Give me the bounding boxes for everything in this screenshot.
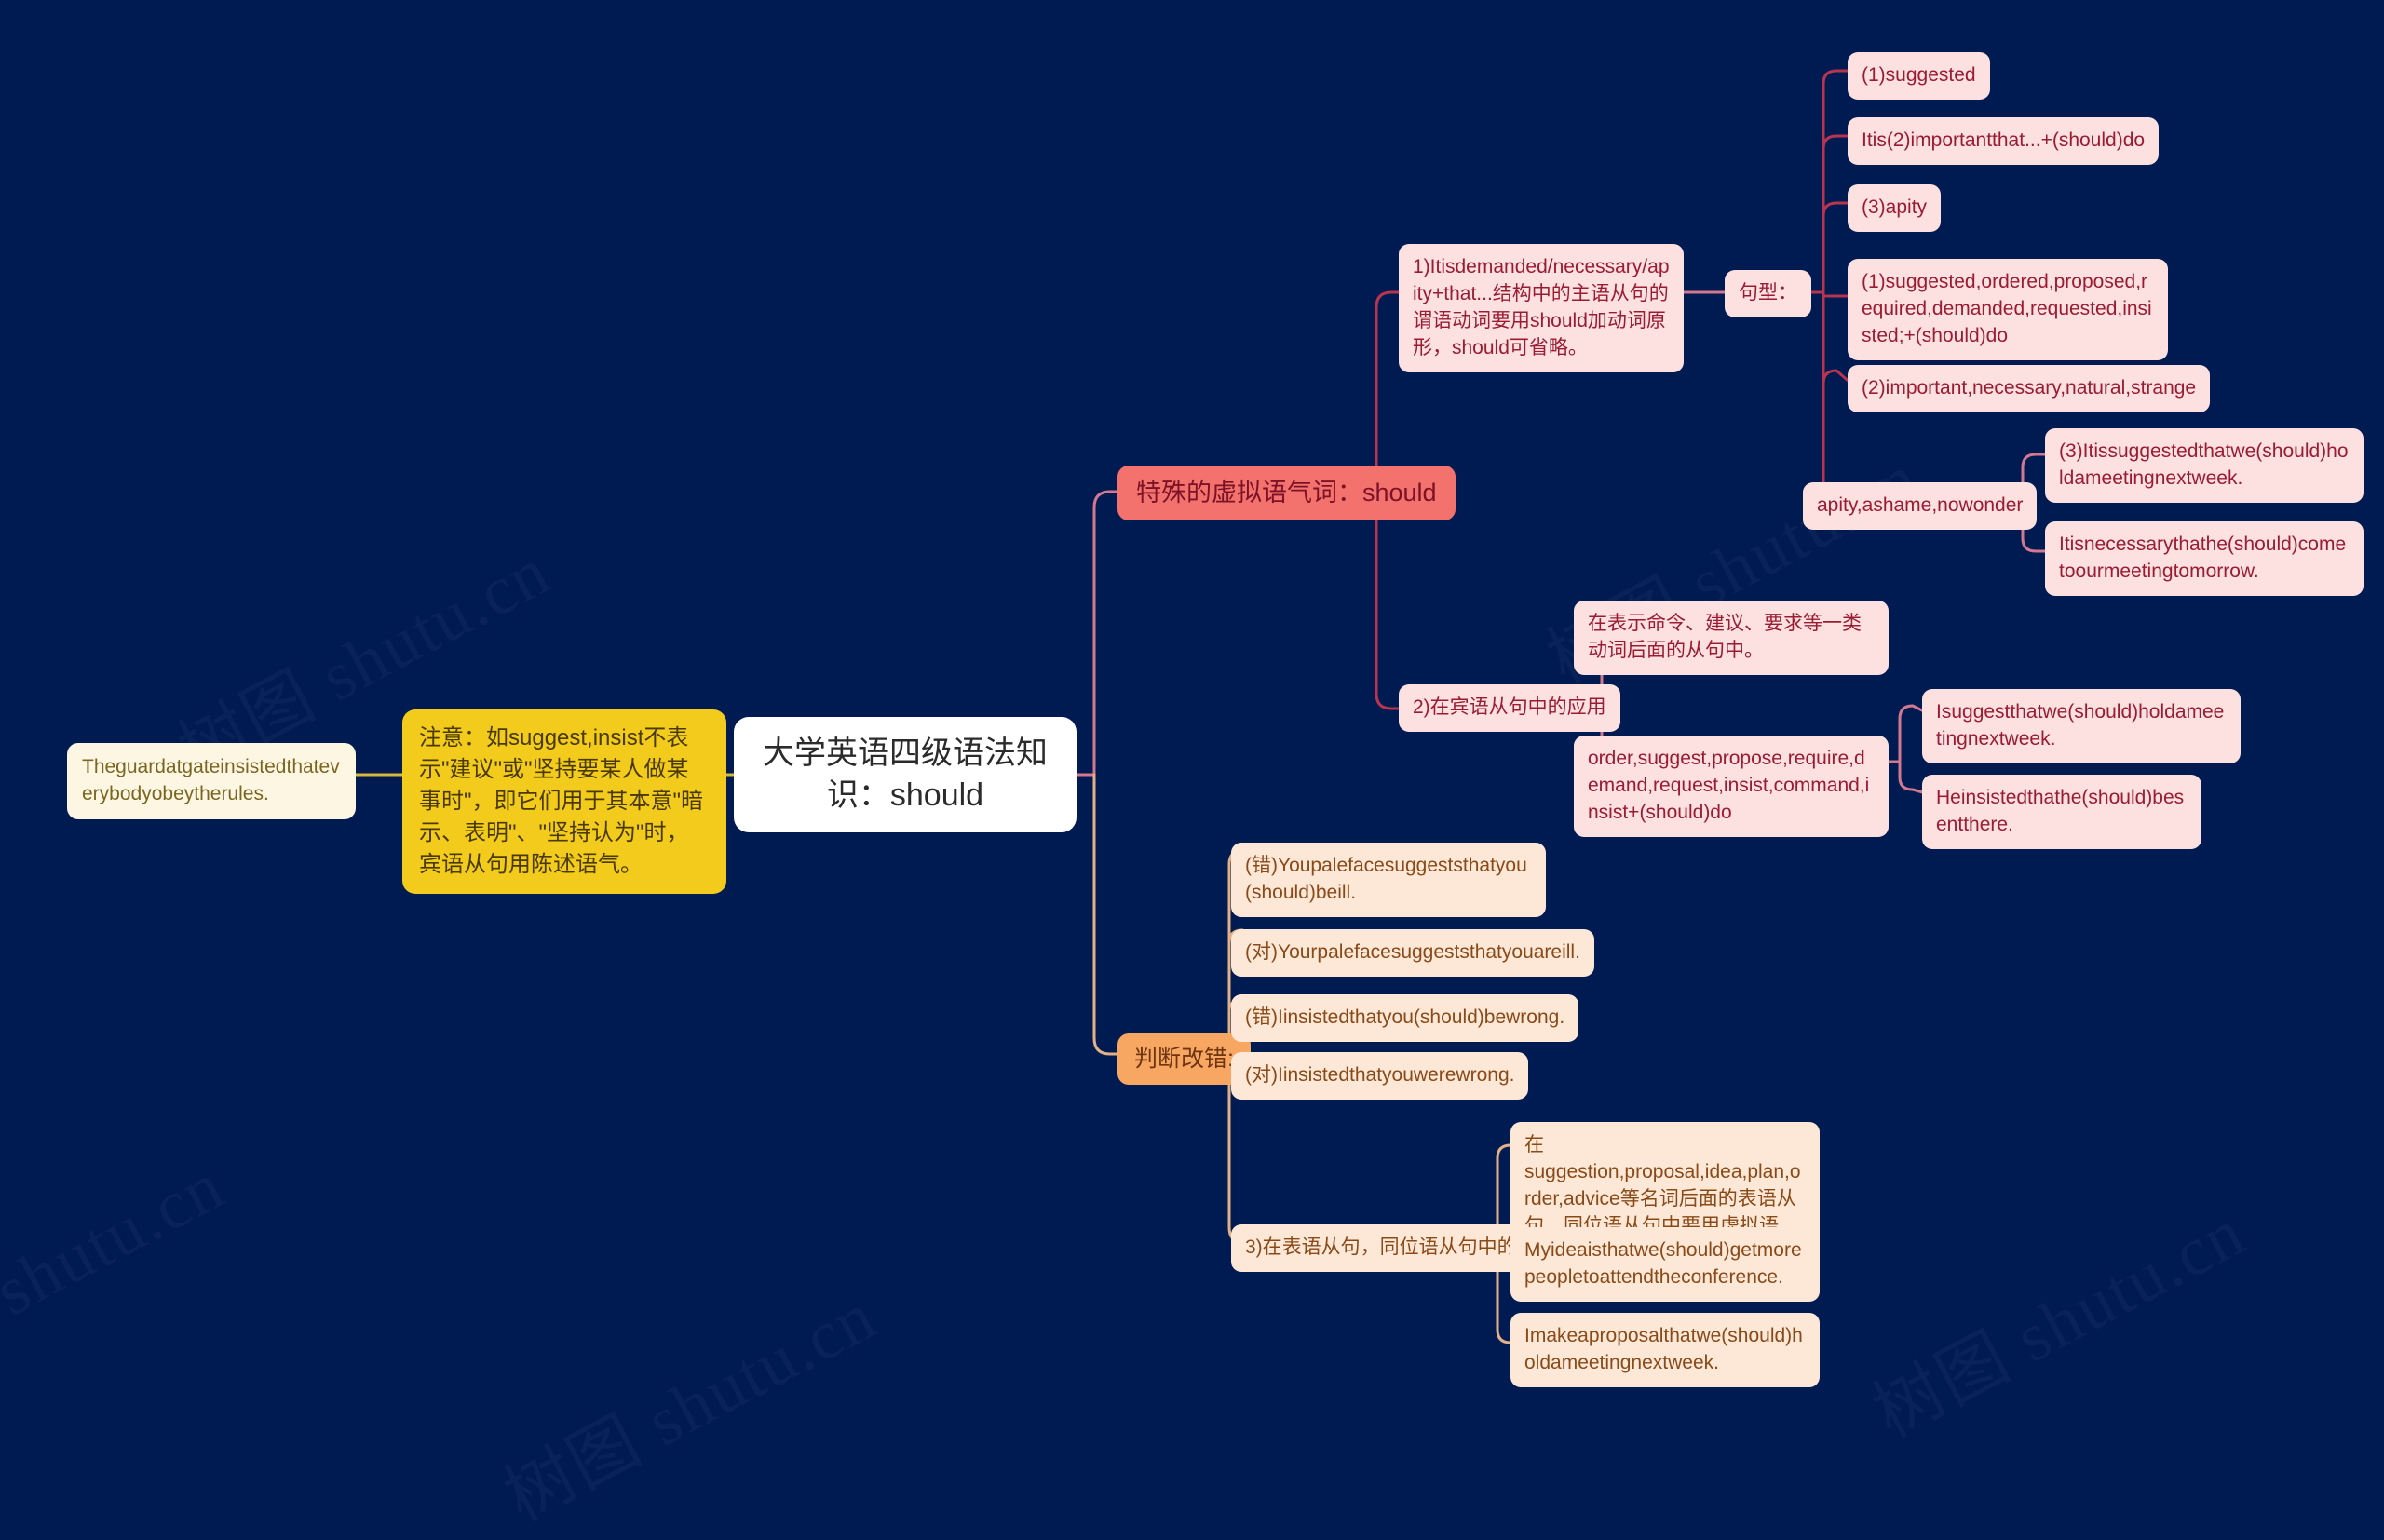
object-clause-verbs[interactable]: order,suggest,propose,require,demand,req… [1574,736,1889,837]
red-child-1[interactable]: 1)Itisdemanded/necessary/apity+that...结构… [1399,244,1684,372]
predicative-example-1[interactable]: Myideaisthatwe(should)getmorepeopletoatt… [1510,1227,1820,1302]
orange-child-4[interactable]: (对)Iinsistedthatyouwerewrong. [1231,1052,1529,1100]
orange-child-1[interactable]: (错)Youpalefacesuggeststhatyou(should)bei… [1231,843,1546,917]
sentence-pattern-node[interactable]: 句型： [1725,270,1811,317]
watermark-text: 树图 shutu.cn [1853,1178,2259,1457]
orange-child-3[interactable]: (错)Iinsistedthatyou(should)bewrong. [1231,994,1579,1042]
object-clause-example-2[interactable]: Heinsistedthathe(should)besentthere. [1922,775,2201,849]
pattern-item-5[interactable]: (2)important,necessary,natural,strange [1848,365,2211,412]
object-clause-example-1[interactable]: Isuggestthatwe(should)holdameetingnextwe… [1922,689,2241,763]
note-node[interactable]: 注意：如suggest,insist不表示"建议"或"坚持要某人做某事时"，即它… [402,709,726,895]
note-example-node[interactable]: Theguardatgateinsistedthateverybodyobeyt… [67,743,356,819]
watermark-text: 树图 shutu.cn [0,1131,238,1411]
pattern-item-1[interactable]: (1)suggested [1848,52,1990,100]
pattern-example-2[interactable]: Itisnecessarythathe(should)cometoourmeet… [2045,521,2364,596]
red-child-2[interactable]: 2)在宾语从句中的应用 [1399,684,1620,732]
object-clause-desc[interactable]: 在表示命令、建议、要求等一类动词后面的从句中。 [1574,601,1889,675]
pattern-item-3[interactable]: (3)apity [1848,184,1942,232]
pattern-item-4[interactable]: (1)suggested,ordered,proposed,required,d… [1848,259,2168,360]
branch-red-head[interactable]: 特殊的虚拟语气词：should [1118,466,1456,521]
watermark-text: 树图 shutu.cn [484,1262,890,1540]
predicative-example-2[interactable]: Imakeaproposalthatwe(should)holdameeting… [1510,1313,1820,1387]
root-node[interactable]: 大学英语四级语法知识：should [734,717,1077,832]
pattern-example-1[interactable]: (3)Itissuggestedthatwe(should)holdameeti… [2045,428,2364,503]
pattern-item-6[interactable]: apity,ashame,nowonder [1803,482,2038,530]
pattern-item-2[interactable]: Itis(2)importantthat...+(should)do [1848,117,2160,165]
orange-child-2[interactable]: (对)Yourpalefacesuggeststhatyouareill. [1231,929,1594,977]
